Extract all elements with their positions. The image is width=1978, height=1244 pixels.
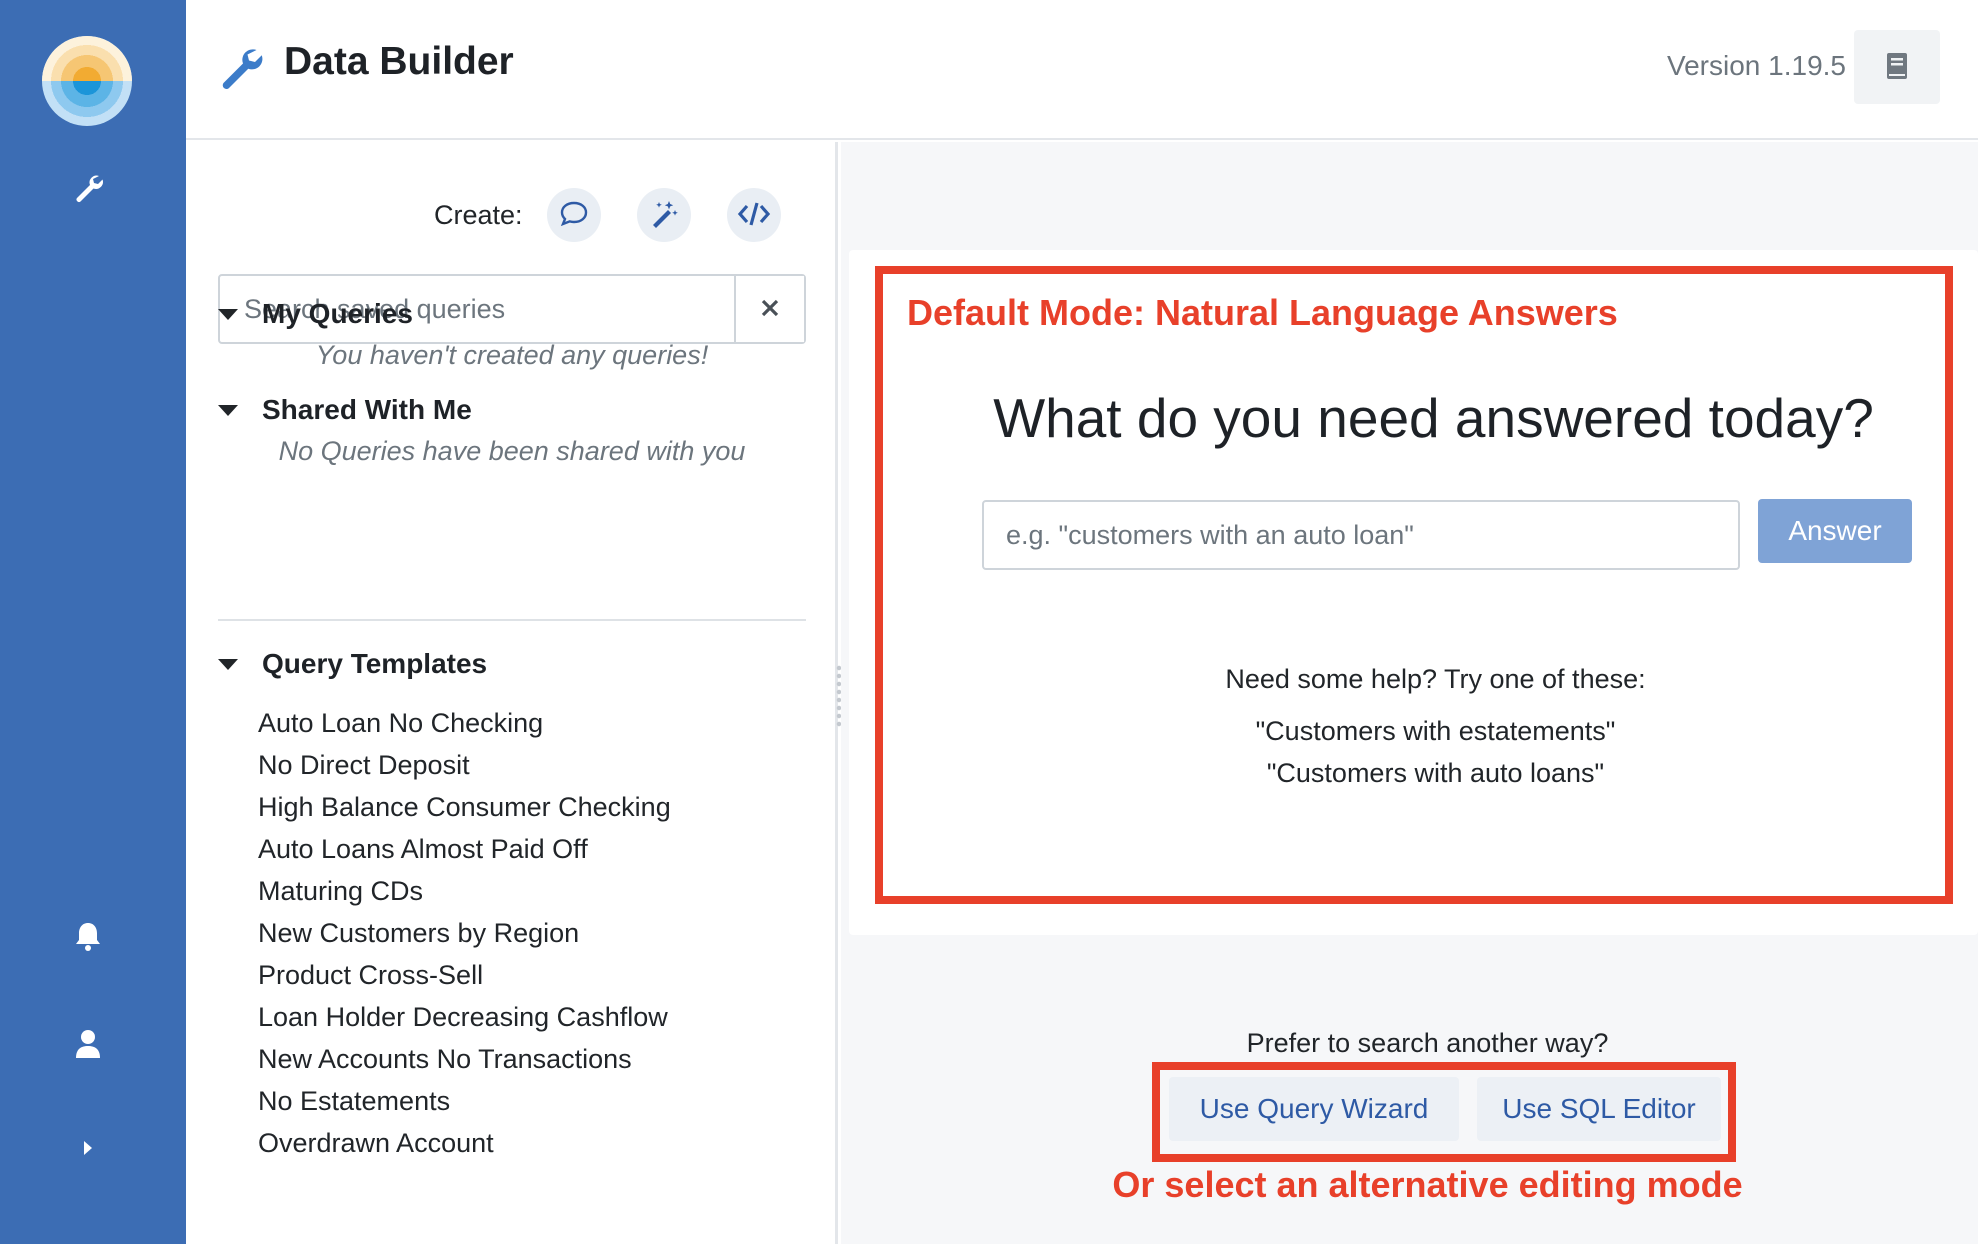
annotation-label: Or select an alternative editing mode bbox=[1112, 1164, 1743, 1205]
template-item[interactable]: High Balance Consumer Checking bbox=[258, 786, 671, 828]
wrench-icon bbox=[216, 44, 264, 92]
help-text: Need some help? Try one of these: bbox=[1225, 664, 1646, 694]
section-title: My Queries bbox=[262, 298, 413, 329]
my-queries-header[interactable]: My Queries bbox=[218, 298, 413, 330]
logo[interactable] bbox=[42, 36, 132, 126]
create-query-wizard-button[interactable] bbox=[636, 188, 691, 242]
chevron-right-icon[interactable] bbox=[68, 1128, 108, 1168]
clear-search-button[interactable] bbox=[734, 276, 804, 342]
shared-with-me-header[interactable]: Shared With Me bbox=[218, 394, 472, 426]
question-heading: What do you need answered today? bbox=[993, 387, 1874, 449]
close-icon bbox=[760, 298, 780, 321]
user-icon[interactable] bbox=[68, 1024, 108, 1064]
caret-down-icon bbox=[218, 658, 238, 670]
version-label: Version 1.19.5 bbox=[1666, 50, 1846, 81]
create-label: Create: bbox=[434, 199, 523, 230]
caret-down-icon bbox=[218, 404, 238, 416]
create-sql-editor-button[interactable] bbox=[726, 188, 781, 242]
template-list: Auto Loan No Checking No Direct Deposit … bbox=[258, 702, 671, 1164]
header: Data Builder Version 1.19.5 bbox=[186, 0, 1978, 140]
template-item[interactable]: Maturing CDs bbox=[258, 870, 671, 912]
template-item[interactable]: Auto Loans Almost Paid Off bbox=[258, 828, 671, 870]
book-icon bbox=[1885, 51, 1909, 84]
answer-button[interactable]: Answer bbox=[1758, 499, 1912, 563]
template-item[interactable]: New Customers by Region bbox=[258, 912, 671, 954]
wrench-icon[interactable] bbox=[68, 168, 108, 208]
template-item[interactable]: No Estatements bbox=[258, 1080, 671, 1122]
use-query-wizard-button[interactable]: Use Query Wizard bbox=[1169, 1077, 1459, 1141]
template-item[interactable]: Overdrawn Account bbox=[258, 1122, 671, 1164]
section-title: Query Templates bbox=[262, 648, 488, 679]
template-item[interactable]: Auto Loan No Checking bbox=[258, 702, 671, 744]
chat-bubble-icon bbox=[559, 200, 589, 231]
section-title: Shared With Me bbox=[262, 394, 472, 425]
left-rail bbox=[0, 0, 186, 1244]
caret-down-icon bbox=[218, 308, 238, 320]
template-item[interactable]: No Direct Deposit bbox=[258, 744, 671, 786]
page-title: Data Builder bbox=[284, 40, 514, 83]
my-queries-empty-message: You haven't created any queries! bbox=[315, 340, 709, 370]
magic-wand-icon bbox=[649, 199, 679, 232]
create-toolbar: Create: bbox=[434, 188, 817, 242]
template-item[interactable]: Loan Holder Decreasing Cashflow bbox=[258, 996, 671, 1038]
template-item[interactable]: Product Cross-Sell bbox=[258, 954, 671, 996]
alternative-mode-prompt: Prefer to search another way? bbox=[1246, 1028, 1609, 1058]
query-templates-header[interactable]: Query Templates bbox=[218, 648, 487, 680]
annotation-highlight-box bbox=[875, 266, 1953, 904]
documentation-button[interactable] bbox=[1854, 30, 1940, 104]
annotation-label: Default Mode: Natural Language Answers bbox=[907, 292, 1618, 333]
main-area: Default Mode: Natural Language Answers W… bbox=[841, 142, 1978, 1244]
create-natural-language-button[interactable] bbox=[546, 188, 601, 242]
question-input[interactable] bbox=[982, 500, 1740, 570]
shared-empty-message: No Queries have been shared with you bbox=[278, 436, 746, 466]
divider bbox=[218, 619, 806, 621]
saved-queries-panel: Create: My Queries You haven't crea bbox=[186, 142, 838, 1244]
example-query-link[interactable]: "Customers with auto loans" bbox=[849, 758, 1978, 789]
example-query-link[interactable]: "Customers with estatements" bbox=[849, 716, 1978, 747]
use-sql-editor-button[interactable]: Use SQL Editor bbox=[1477, 1077, 1721, 1141]
template-item[interactable]: New Accounts No Transactions bbox=[258, 1038, 671, 1080]
bell-icon[interactable] bbox=[68, 916, 108, 956]
natural-language-card: Default Mode: Natural Language Answers W… bbox=[849, 250, 1978, 935]
code-icon bbox=[737, 201, 771, 230]
